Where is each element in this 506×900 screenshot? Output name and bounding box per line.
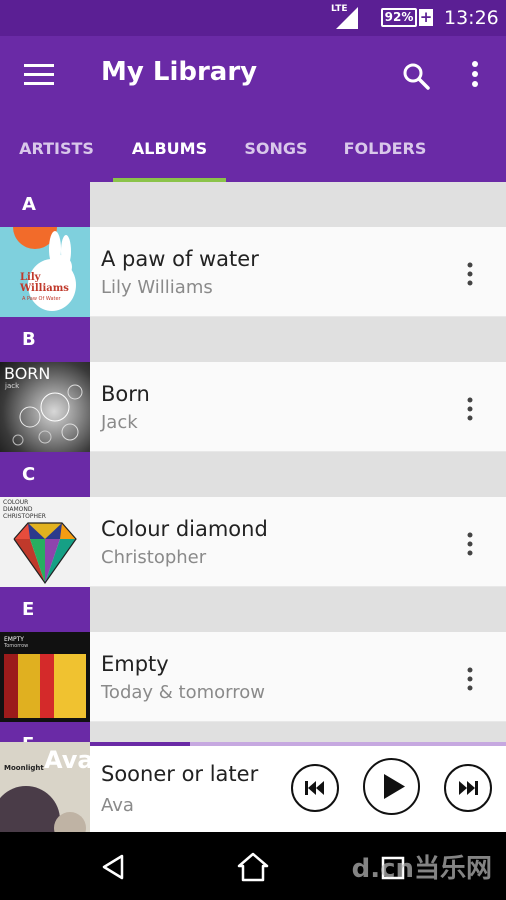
cover-text: EMPTY [4,636,24,643]
cover-text: Ava [44,746,90,774]
previous-button[interactable] [291,764,339,812]
signal-icon [336,7,358,29]
skip-next-icon [459,781,478,795]
album-title: Born [101,382,150,406]
search-icon[interactable] [402,62,430,90]
list-item[interactable]: BORN jack Born Jack [0,362,506,452]
skip-previous-icon [305,781,324,795]
cover-text: Tomorrow [4,643,29,649]
section-header: E [0,587,506,632]
cover-text: Lily [20,272,41,283]
cover-text: A Paw Of Water [22,296,61,302]
section-header: B [0,317,506,362]
next-button[interactable] [444,764,492,812]
section-letter: C [0,452,90,497]
cover-text: DIAMOND [3,506,33,513]
more-options-icon[interactable] [466,532,474,556]
tab-folders[interactable]: FOLDERS [326,132,444,182]
cover-text: Moonlight [4,764,44,772]
charging-icon: + [419,8,433,26]
list-item[interactable]: EMPTY Tomorrow Empty Today & tomorrow [0,632,506,722]
clock: 13:26 [444,7,499,29]
more-options-icon[interactable] [466,397,474,421]
album-title: Empty [101,652,169,676]
album-list: A Lily Williams A Paw Of Water A paw of … [0,182,506,767]
album-artist: Jack [101,412,138,433]
tab-artists[interactable]: ARTISTS [0,132,113,182]
album-cover: Lily Williams A Paw Of Water [0,227,90,317]
album-title: Colour diamond [101,517,268,541]
more-options-icon[interactable] [466,262,474,286]
now-playing-title: Sooner or later [101,762,259,786]
list-item[interactable]: COLOUR DIAMOND CHRISTOPHER Colour diamon… [0,497,506,587]
tab-bar: ARTISTS ALBUMS SONGS FOLDERS [0,132,506,182]
tab-albums[interactable]: ALBUMS [113,132,226,182]
mini-player[interactable]: Moonlight Ava Sooner or later Ava [0,742,506,832]
navigation-bar: d.cn当乐网 [0,832,506,900]
album-artist: Lily Williams [101,277,213,298]
menu-icon[interactable] [24,64,54,88]
album-cover: COLOUR DIAMOND CHRISTOPHER [0,497,90,587]
more-options-icon[interactable] [466,667,474,691]
rabbit-artwork [13,227,76,311]
more-options-icon[interactable] [468,60,482,90]
album-cover: EMPTY Tomorrow [0,632,90,722]
page-title: My Library [101,57,258,87]
section-letter: E [0,587,90,632]
watermark: d.cn当乐网 [351,854,492,884]
cover-text: COLOUR [3,499,29,506]
progress-fill [90,742,190,746]
play-icon [384,774,405,799]
cover-text: Williams [20,283,69,294]
album-title: A paw of water [101,247,259,271]
home-icon[interactable] [237,852,269,882]
playback-progress[interactable] [90,742,506,746]
now-playing-cover: Moonlight Ava [0,742,90,832]
status-bar: LTE 92% + 13:26 [0,0,506,36]
play-button[interactable] [363,758,420,815]
section-letter: B [0,317,90,362]
tab-songs[interactable]: SONGS [226,132,326,182]
app-bar: My Library ARTISTS ALBUMS SONGS FOLDERS [0,36,506,182]
battery-icon: 92% [381,8,417,27]
album-cover: BORN jack [0,362,90,452]
list-item[interactable]: Lily Williams A Paw Of Water A paw of wa… [0,227,506,317]
back-icon[interactable] [100,854,126,880]
cover-text: CHRISTOPHER [3,513,46,520]
section-letter: A [0,182,90,227]
now-playing-artist: Ava [101,795,134,816]
cover-text: jack [5,382,20,390]
cover-text: BORN [4,364,51,383]
album-artist: Christopher [101,547,207,568]
album-artist: Today & tomorrow [101,682,265,703]
section-header: C [0,452,506,497]
section-header: A [0,182,506,227]
